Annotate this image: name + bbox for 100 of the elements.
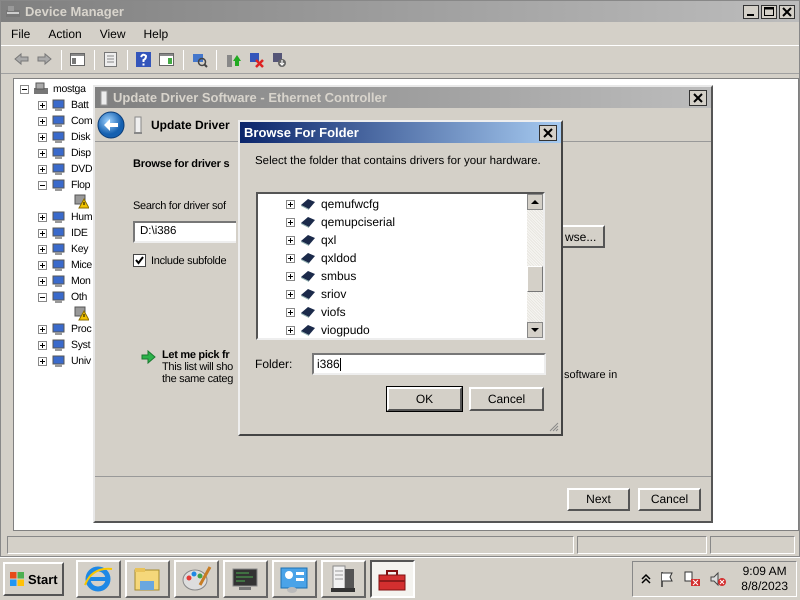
expand-icon[interactable] <box>38 276 47 286</box>
expand-icon[interactable] <box>38 132 47 142</box>
folder-icon <box>300 269 316 283</box>
expand-icon[interactable] <box>286 272 295 280</box>
cancel-button[interactable]: Cancel <box>638 488 701 510</box>
back-button[interactable] <box>97 110 125 138</box>
tree-item[interactable]: Flop <box>71 179 90 191</box>
folder-icon <box>300 215 316 229</box>
tree-item[interactable]: qemupciserial <box>321 215 396 229</box>
menu-item[interactable]: Action <box>42 26 88 42</box>
speaker-muted-icon[interactable] <box>709 570 728 588</box>
tree-item[interactable]: DVD <box>71 163 92 175</box>
scroll-down-icon[interactable] <box>527 322 543 338</box>
tree-item[interactable]: Proc <box>71 323 92 335</box>
tree-item[interactable]: Univ <box>71 355 91 367</box>
tree-item[interactable]: Oth <box>71 291 88 303</box>
folder-icon <box>300 197 316 211</box>
link-title[interactable]: Let me pick fr <box>162 349 230 361</box>
tree-item[interactable]: Key <box>71 243 88 255</box>
scrollbar[interactable] <box>527 194 543 338</box>
folder-icon <box>300 251 316 265</box>
browse-button[interactable]: wse... <box>563 225 605 248</box>
expand-icon[interactable] <box>38 228 47 238</box>
ok-button[interactable]: OK <box>387 387 462 411</box>
disable-icon[interactable] <box>270 50 288 68</box>
collapse-icon[interactable] <box>38 180 47 190</box>
expand-icon[interactable] <box>286 308 295 316</box>
field-label: Search for driver sof <box>133 200 226 212</box>
tree-item[interactable]: smbus <box>321 269 356 283</box>
next-button[interactable]: Next <box>567 488 630 510</box>
expand-icon[interactable] <box>38 164 47 174</box>
tree-item[interactable]: viofs <box>321 305 346 319</box>
expand-icon[interactable] <box>286 236 295 244</box>
tree-item[interactable]: mostga <box>53 83 86 95</box>
menu-item[interactable]: File <box>5 26 36 42</box>
close-button[interactable] <box>539 124 557 140</box>
menu-item[interactable]: Help <box>138 26 174 42</box>
window-title: Update Driver Software - Ethernet Controller <box>113 90 387 105</box>
folder-field[interactable]: i386 <box>312 353 546 375</box>
arrow-icon[interactable] <box>140 349 156 365</box>
path-field[interactable]: D:\i386 <box>133 221 236 243</box>
expand-icon[interactable] <box>286 326 295 334</box>
expand-icon[interactable] <box>286 218 295 226</box>
device-icon <box>51 113 67 129</box>
tree-item[interactable]: qxldod <box>321 251 356 265</box>
description-text: the same categ <box>162 373 234 385</box>
tree-item[interactable]: Syst <box>71 339 90 351</box>
expand-icon[interactable] <box>38 324 47 334</box>
tree-item[interactable]: qemufwcfg <box>321 197 380 211</box>
expand-icon[interactable] <box>38 340 47 350</box>
tree-item[interactable]: Batt <box>71 99 88 111</box>
expand-icon[interactable] <box>38 116 47 126</box>
computer-icon <box>5 4 21 20</box>
expand-icon[interactable] <box>38 356 47 366</box>
scroll-up-icon[interactable] <box>527 194 543 210</box>
tree-item[interactable]: Hum <box>71 211 92 223</box>
checkbox[interactable] <box>133 254 146 267</box>
tree-item[interactable]: viogpudo <box>321 323 370 337</box>
clock[interactable]: 9:09 AM 8/8/2023 <box>741 564 788 594</box>
start-button[interactable]: Start <box>3 562 64 596</box>
tree-item[interactable]: Mice <box>71 259 92 271</box>
tree-item[interactable]: Disk <box>71 131 90 143</box>
uninstall-icon[interactable] <box>247 50 265 68</box>
tree-item[interactable]: IDE <box>71 227 88 239</box>
expand-icon[interactable] <box>286 290 295 298</box>
folder-icon <box>300 305 316 319</box>
properties-icon[interactable] <box>102 50 120 68</box>
cancel-button[interactable]: Cancel <box>469 387 544 411</box>
expand-icon[interactable] <box>38 244 47 254</box>
scroll-thumb[interactable] <box>527 266 543 292</box>
tree-item[interactable]: Disp <box>71 147 91 159</box>
taskbar-button[interactable] <box>370 560 415 598</box>
collapse-icon[interactable] <box>38 292 47 302</box>
expand-icon[interactable] <box>38 212 47 222</box>
tree-item[interactable]: qxl <box>321 233 336 247</box>
flag-icon[interactable] <box>659 570 676 588</box>
instruction-text: Select the folder that contains drivers for your hardware. <box>255 155 542 167</box>
tree-item[interactable]: sriov <box>321 287 346 301</box>
window-title: Device Manager <box>25 4 124 19</box>
tree-item[interactable]: Mon <box>71 275 91 287</box>
window-title: Browse For Folder <box>244 125 359 140</box>
tree-item[interactable]: Com <box>71 115 92 127</box>
resize-grip-icon[interactable] <box>549 422 559 432</box>
device-icon <box>51 257 67 273</box>
computer-icon <box>33 81 49 97</box>
expand-icon[interactable] <box>38 100 47 110</box>
network-icon[interactable] <box>683 570 702 588</box>
expand-icon[interactable] <box>286 254 295 262</box>
tree-pane-icon[interactable] <box>69 50 87 68</box>
help-icon[interactable] <box>135 50 153 68</box>
collapse-icon[interactable] <box>20 84 29 94</box>
device-icon <box>51 161 67 177</box>
action-pane-icon[interactable] <box>158 50 176 68</box>
chevron-icon[interactable] <box>641 573 652 585</box>
expand-icon[interactable] <box>38 148 47 158</box>
expand-icon[interactable] <box>38 260 47 270</box>
expand-icon[interactable] <box>286 200 295 208</box>
folder-icon <box>300 287 316 301</box>
menu-item[interactable]: View <box>94 26 132 42</box>
description-text: software in <box>564 369 618 381</box>
